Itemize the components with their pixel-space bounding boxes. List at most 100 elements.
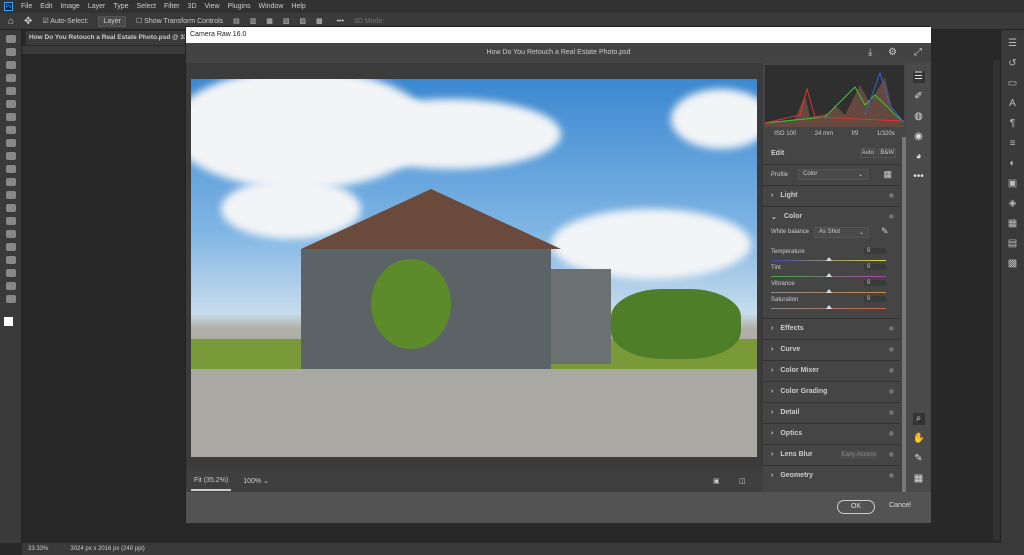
eye-icon[interactable]: ◉ bbox=[889, 430, 894, 437]
slider-value[interactable]: 0 bbox=[864, 264, 886, 270]
menu-file[interactable]: File bbox=[21, 3, 32, 10]
section-light[interactable]: › Light ◉ bbox=[763, 185, 900, 205]
profile-browser-icon[interactable]: ▦ bbox=[883, 169, 892, 180]
ok-button[interactable]: OK bbox=[837, 500, 875, 514]
vibrance-slider[interactable]: Vibrance 0 bbox=[771, 280, 886, 293]
slider-thumb[interactable] bbox=[826, 305, 832, 309]
paragraph-icon[interactable]: ¶ bbox=[1007, 118, 1019, 130]
bw-button[interactable]: B&W bbox=[878, 148, 896, 158]
eye-icon[interactable]: ◉ bbox=[889, 367, 894, 374]
home-icon[interactable]: ⌂ bbox=[8, 16, 14, 27]
eye-icon[interactable]: ◉ bbox=[889, 409, 894, 416]
shape-icon[interactable] bbox=[5, 269, 16, 277]
brush-tool-icon[interactable] bbox=[5, 139, 16, 147]
panel-scrollbar[interactable] bbox=[993, 60, 1000, 540]
more-icon[interactable]: ••• bbox=[913, 171, 925, 183]
house-photo[interactable] bbox=[191, 79, 757, 457]
white-balance-select[interactable]: As Shot ⌄ bbox=[814, 227, 869, 238]
profile-select[interactable]: Color ⌄ bbox=[798, 169, 868, 180]
zoom-icon[interactable] bbox=[5, 295, 16, 303]
view-toggle-icon[interactable]: ▣ bbox=[713, 477, 720, 485]
edit-sliders-icon[interactable]: ☰ bbox=[912, 71, 925, 83]
color-sampler-icon[interactable]: ✎ bbox=[913, 453, 925, 465]
path-select-icon[interactable] bbox=[5, 256, 16, 264]
saturation-slider[interactable]: Saturation 0 bbox=[771, 296, 886, 309]
properties-icon[interactable]: ☰ bbox=[1007, 38, 1019, 50]
dodge-icon[interactable] bbox=[5, 217, 16, 225]
fit-zoom-button[interactable]: Fit (35.2%) bbox=[191, 472, 232, 491]
magic-wand-icon[interactable] bbox=[5, 74, 16, 82]
hand-icon[interactable] bbox=[5, 282, 16, 290]
zoom-select[interactable]: 100% ⌄ bbox=[243, 477, 269, 485]
stamp-tool-icon[interactable] bbox=[5, 152, 16, 160]
more-icon[interactable]: ••• bbox=[337, 18, 344, 25]
eyedropper-icon[interactable] bbox=[5, 113, 16, 121]
blur-icon[interactable] bbox=[5, 204, 16, 212]
presets-icon[interactable]: ◕ bbox=[913, 151, 925, 163]
libraries-icon[interactable]: ▣ bbox=[1007, 178, 1019, 190]
zoom-tool-icon[interactable]: ⌕ bbox=[912, 413, 925, 425]
slider-thumb[interactable] bbox=[826, 257, 832, 261]
eye-icon[interactable]: ◉ bbox=[889, 213, 894, 220]
menu-layer[interactable]: Layer bbox=[88, 3, 106, 10]
history-icon[interactable]: ↺ bbox=[1007, 58, 1019, 70]
eraser-icon[interactable] bbox=[5, 178, 16, 186]
lasso-tool-icon[interactable] bbox=[5, 61, 16, 69]
color-icon[interactable]: ◐ bbox=[1007, 158, 1019, 170]
temperature-slider[interactable]: Temperature 0 bbox=[771, 248, 886, 261]
character-icon[interactable]: A bbox=[1007, 98, 1019, 110]
comments-icon[interactable]: ▭ bbox=[1007, 78, 1019, 90]
save-icon[interactable]: ⤓ bbox=[868, 43, 872, 63]
menu-type[interactable]: Type bbox=[113, 3, 128, 10]
slider-value[interactable]: 0 bbox=[864, 280, 886, 286]
section-lens-blur[interactable]: › Lens Blur Early Access ◉ bbox=[763, 444, 900, 464]
eye-icon[interactable]: ◉ bbox=[889, 346, 894, 353]
section-color[interactable]: ⌄ Color ◉ bbox=[763, 206, 900, 226]
healing-brush-icon[interactable] bbox=[5, 126, 16, 134]
show-transform-checkbox[interactable]: ☐ Show Transform Controls bbox=[136, 17, 223, 25]
frame-tool-icon[interactable] bbox=[5, 100, 16, 108]
foreground-color-swatch[interactable] bbox=[4, 317, 13, 326]
eye-icon[interactable]: ◉ bbox=[889, 192, 894, 199]
menu-view[interactable]: View bbox=[205, 3, 220, 10]
marquee-tool-icon[interactable] bbox=[5, 48, 16, 56]
slider-value[interactable]: 0 bbox=[864, 296, 886, 302]
menu-3d[interactable]: 3D bbox=[188, 3, 197, 10]
section-curve[interactable]: › Curve ◉ bbox=[763, 339, 900, 359]
adjustments-icon[interactable]: ≡ bbox=[1007, 138, 1019, 150]
eye-icon[interactable]: ◉ bbox=[889, 451, 894, 458]
eye-icon[interactable]: ◉ bbox=[889, 472, 894, 479]
pen-icon[interactable] bbox=[5, 230, 16, 238]
masking-icon[interactable]: ◍ bbox=[913, 111, 925, 123]
fullscreen-icon[interactable]: ⤢ bbox=[914, 43, 922, 63]
menu-filter[interactable]: Filter bbox=[164, 3, 180, 10]
history-brush-icon[interactable] bbox=[5, 165, 16, 173]
eye-icon[interactable]: ◉ bbox=[889, 388, 894, 395]
red-eye-icon[interactable]: ◉ bbox=[913, 131, 925, 143]
auto-select-checkbox[interactable]: ☑ Auto-Select: bbox=[42, 17, 88, 25]
eye-icon[interactable]: ◉ bbox=[889, 325, 894, 332]
section-color-grading[interactable]: › Color Grading ◉ bbox=[763, 381, 900, 401]
healing-icon[interactable]: ✐ bbox=[913, 91, 925, 103]
align-icons[interactable]: ▤ ▥ ▦ ▧ ▨ ▩ bbox=[233, 17, 326, 25]
menu-image[interactable]: Image bbox=[60, 3, 79, 10]
before-after-icon[interactable]: ◫ bbox=[739, 477, 746, 485]
zoom-level[interactable]: 33.33% bbox=[28, 546, 48, 552]
cancel-button[interactable]: Cancel bbox=[889, 502, 911, 509]
grid-icon[interactable]: ▦ bbox=[913, 473, 925, 485]
section-optics[interactable]: › Optics ◉ bbox=[763, 423, 900, 443]
swatches-icon[interactable]: ▦ bbox=[1007, 218, 1019, 230]
type-icon[interactable] bbox=[5, 243, 16, 251]
section-geometry[interactable]: › Geometry ◉ bbox=[763, 465, 900, 485]
menu-plugins[interactable]: Plugins bbox=[228, 3, 251, 10]
auto-button[interactable]: Auto bbox=[859, 148, 876, 158]
section-color-mixer[interactable]: › Color Mixer ◉ bbox=[763, 360, 900, 380]
menu-edit[interactable]: Edit bbox=[40, 3, 52, 10]
layer-select[interactable]: Layer bbox=[98, 15, 126, 27]
eyedropper-icon[interactable]: ✎ bbox=[881, 226, 889, 237]
slider-value[interactable]: 0 bbox=[864, 248, 886, 254]
document-tab[interactable]: How Do You Retouch a Real Estate Photo.p… bbox=[26, 31, 196, 45]
menu-select[interactable]: Select bbox=[137, 3, 156, 10]
section-effects[interactable]: › Effects ◉ bbox=[763, 318, 900, 338]
menu-help[interactable]: Help bbox=[291, 3, 305, 10]
